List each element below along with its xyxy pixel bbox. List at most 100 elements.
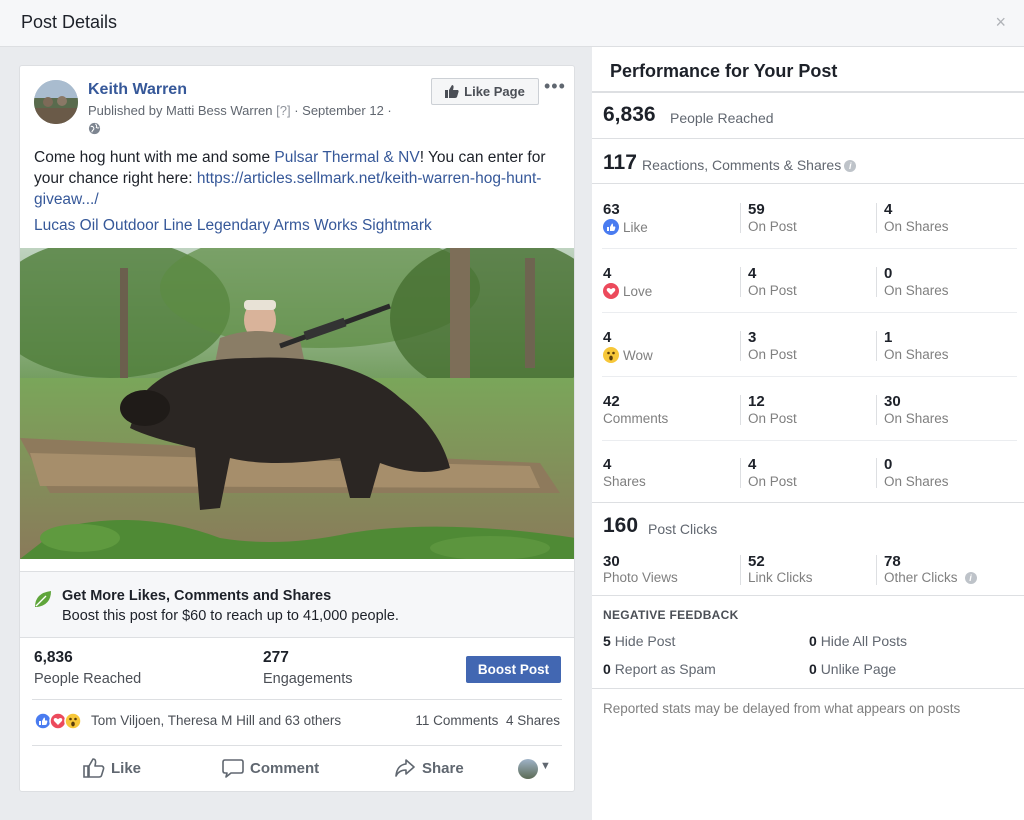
on-post-label: On Post — [748, 283, 797, 298]
info-icon[interactable]: i — [964, 571, 977, 584]
published-by: Published by Matti Bess Warren [?] · Sep… — [88, 103, 392, 118]
hide-all-stat: 0 Hide All Posts — [809, 633, 907, 649]
divider — [876, 267, 877, 297]
page-avatar[interactable] — [34, 80, 78, 124]
unlike-stat: 0 Unlike Page — [809, 661, 896, 677]
comments-total: 42 — [603, 393, 620, 410]
love-label-text: Love — [623, 283, 653, 299]
post-preview-panel: Keith Warren Published by Matti Bess War… — [0, 47, 592, 820]
like-total: 63 — [603, 201, 620, 218]
chevron-down-icon[interactable]: ▼ — [540, 760, 551, 772]
divider — [876, 331, 877, 361]
comment-icon — [222, 759, 244, 778]
thumbs-up-icon — [83, 758, 105, 778]
shares-total: 4 — [603, 456, 612, 473]
on-post-label: On Post — [748, 411, 797, 426]
boost-subtitle: Boost this post for $60 to reach up to 4… — [62, 608, 399, 624]
hide-all-value: 0 — [809, 633, 817, 649]
help-link[interactable]: [?] — [276, 103, 290, 118]
shares-count-link[interactable]: 4 Shares — [506, 713, 560, 728]
comment-action-button[interactable]: Comment — [222, 755, 319, 781]
thumbs-up-icon — [445, 85, 459, 98]
boost-post-button[interactable]: Boost Post — [466, 656, 561, 683]
negative-feedback-title: NEGATIVE FEEDBACK — [603, 608, 739, 622]
like-page-button[interactable]: Like Page — [431, 78, 539, 105]
post-date[interactable]: · September 12 · — [294, 103, 392, 118]
tagged-pages[interactable]: Lucas Oil Outdoor Line Legendary Arms Wo… — [34, 217, 432, 235]
post-photo[interactable] — [20, 248, 574, 559]
reaction-names-link[interactable]: Tom Viljoen, Theresa M Hill and 63 other… — [91, 713, 341, 728]
stats-delay-note: Reported stats may be delayed from what … — [603, 701, 961, 716]
like-page-label: Like Page — [464, 84, 525, 99]
hide-post-stat: 5 Hide Post — [603, 633, 675, 649]
reaction-icons[interactable] — [34, 712, 84, 730]
love-icon — [603, 283, 619, 299]
engagements-label: Engagements — [263, 671, 353, 687]
share-action-button[interactable]: Share — [394, 755, 464, 781]
like-icon — [603, 219, 619, 235]
post-as-avatar[interactable] — [518, 759, 538, 779]
on-post-label: On Post — [748, 474, 797, 489]
love-total: 4 — [603, 265, 612, 282]
share-action-label: Share — [422, 759, 464, 777]
close-icon[interactable]: × — [995, 12, 1006, 33]
divider — [740, 267, 741, 297]
spam-value: 0 — [603, 661, 611, 677]
reached-label: People Reached — [670, 110, 774, 126]
photo-views-label: Photo Views — [603, 570, 678, 585]
rcs-label-text: Reactions, Comments & Shares — [642, 157, 842, 173]
rcs-value: 117 — [603, 151, 637, 174]
spam-stat: 0 Report as Spam — [603, 661, 716, 677]
on-shares-label: On Shares — [884, 347, 949, 362]
url-link-end[interactable]: / — [94, 191, 98, 208]
on-shares-label: On Shares — [884, 411, 949, 426]
divider — [32, 699, 562, 700]
comments-on-shares: 30 — [884, 393, 901, 410]
wow-total: 4 — [603, 329, 612, 346]
other-clicks-label: Other Clicks i — [884, 570, 977, 585]
info-icon[interactable]: i — [844, 160, 857, 172]
comment-action-label: Comment — [250, 759, 320, 777]
photo-views-value: 30 — [603, 553, 620, 570]
shares-on-post: 4 — [748, 456, 757, 473]
divider — [876, 555, 877, 585]
published-by-text: Published by Matti Bess Warren — [88, 103, 273, 118]
wow-on-shares: 1 — [884, 329, 893, 346]
love-on-shares: 0 — [884, 265, 893, 282]
people-reached-label: People Reached — [34, 671, 142, 687]
wow-label-text: Wow — [623, 347, 653, 363]
comments-on-post: 12 — [748, 393, 765, 410]
link-clicks-label: Link Clicks — [748, 570, 813, 585]
leaf-icon — [35, 591, 51, 607]
divider — [602, 376, 1017, 377]
divider — [592, 502, 1024, 503]
divider — [592, 183, 1024, 184]
dialog-title: Post Details — [21, 12, 118, 32]
divider — [740, 331, 741, 361]
divider — [592, 688, 1024, 689]
page-name-link[interactable]: Keith Warren — [88, 81, 187, 99]
on-shares-label: On Shares — [884, 219, 949, 234]
divider — [740, 395, 741, 425]
performance-panel: Performance for Your Post 6,836 People R… — [592, 47, 1024, 820]
comments-label: Comments — [603, 411, 669, 426]
on-post-label: On Post — [748, 347, 797, 362]
comments-count-link[interactable]: 11 Comments — [415, 713, 498, 728]
spam-label: Report as Spam — [614, 661, 716, 677]
like-action-button[interactable]: Like — [83, 755, 141, 781]
engagements-value: 277 — [263, 649, 289, 666]
share-icon — [395, 759, 415, 777]
post-clicks-label: Post Clicks — [648, 521, 718, 537]
divider — [602, 440, 1017, 441]
divider — [876, 395, 877, 425]
more-options-icon[interactable]: ••• — [544, 76, 566, 97]
like-label-text: Like — [623, 219, 648, 235]
comment-share-counts: 11 Comments 4 Shares — [415, 713, 560, 728]
mention-link[interactable]: Pulsar Thermal & NV — [274, 149, 419, 166]
shares-label: Shares — [603, 474, 646, 489]
divider — [740, 203, 741, 233]
divider — [32, 745, 562, 746]
divider — [876, 458, 877, 488]
like-on-post: 59 — [748, 201, 765, 218]
on-shares-label: On Shares — [884, 474, 949, 489]
